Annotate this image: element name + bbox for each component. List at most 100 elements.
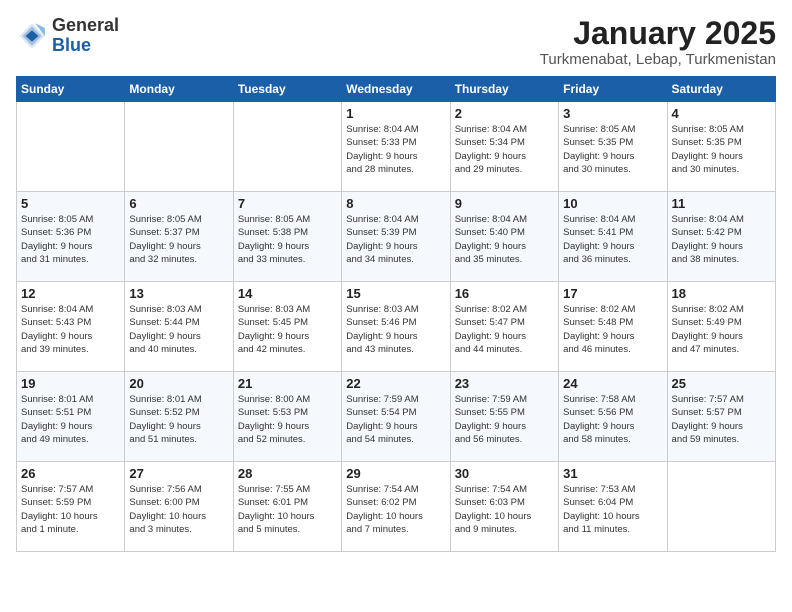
day-number: 14 [238, 286, 337, 301]
week-row-3: 12Sunrise: 8:04 AM Sunset: 5:43 PM Dayli… [17, 282, 776, 372]
day-header-saturday: Saturday [667, 77, 775, 102]
day-header-wednesday: Wednesday [342, 77, 450, 102]
day-info: Sunrise: 8:04 AM Sunset: 5:39 PM Dayligh… [346, 213, 445, 266]
calendar-cell: 23Sunrise: 7:59 AM Sunset: 5:55 PM Dayli… [450, 372, 558, 462]
calendar-cell: 14 Sunrise: 8:03 AM Sunset: 5:45 PM Dayli… [233, 282, 341, 372]
day-number: 29 [346, 466, 445, 481]
day-number: 4 [672, 106, 771, 121]
calendar-cell [17, 102, 125, 192]
day-number: 9 [455, 196, 554, 211]
calendar-cell: 27 Sunrise: 7:56 AM Sunset: 6:00 PM Dayli… [125, 462, 233, 552]
calendar-cell: 3 Sunrise: 8:05 AM Sunset: 5:35 PM Daylig… [559, 102, 667, 192]
day-info: Sunrise: 7:57 AM Sunset: 5:57 PM Dayligh… [672, 393, 771, 446]
day-info: Sunrise: 8:04 AM Sunset: 5:34 PM Dayligh… [455, 123, 554, 176]
day-number: 3 [563, 106, 662, 121]
day-number: 2 [455, 106, 554, 121]
day-info: Sunrise: 7:54 AM Sunset: 6:03 PM Dayligh… [455, 483, 554, 536]
day-info: Sunrise: 8:04 AM Sunset: 5:42 PM Dayligh… [672, 213, 771, 266]
calendar-cell: 10 Sunrise: 8:04 AM Sunset: 5:41 PM Dayli… [559, 192, 667, 282]
week-row-5: 26Sunrise: 7:57 AM Sunset: 5:59 PM Dayli… [17, 462, 776, 552]
calendar-cell: 24Sunrise: 7:58 AM Sunset: 5:56 PM Dayli… [559, 372, 667, 462]
calendar-cell: 31Sunrise: 7:53 AM Sunset: 6:04 PM Dayli… [559, 462, 667, 552]
day-header-friday: Friday [559, 77, 667, 102]
day-number: 15 [346, 286, 445, 301]
calendar-cell: 6Sunrise: 8:05 AM Sunset: 5:37 PM Daylig… [125, 192, 233, 282]
day-number: 16 [455, 286, 554, 301]
day-info: Sunrise: 8:05 AM Sunset: 5:35 PM Dayligh… [563, 123, 662, 176]
calendar-cell: 26Sunrise: 7:57 AM Sunset: 5:59 PM Dayli… [17, 462, 125, 552]
logo-text: General Blue [52, 16, 119, 56]
calendar-cell: 30 Sunrise: 7:54 AM Sunset: 6:03 PM Dayli… [450, 462, 558, 552]
calendar-cell: 20Sunrise: 8:01 AM Sunset: 5:52 PM Dayli… [125, 372, 233, 462]
day-info: Sunrise: 8:05 AM Sunset: 5:35 PM Dayligh… [672, 123, 771, 176]
day-header-thursday: Thursday [450, 77, 558, 102]
day-number: 10 [563, 196, 662, 211]
week-row-1: 1Sunrise: 8:04 AM Sunset: 5:33 PM Daylig… [17, 102, 776, 192]
day-info: Sunrise: 8:03 AM Sunset: 5:46 PM Dayligh… [346, 303, 445, 356]
day-info: Sunrise: 8:04 AM Sunset: 5:41 PM Dayligh… [563, 213, 662, 266]
calendar-cell: 9 Sunrise: 8:04 AM Sunset: 5:40 PM Daylig… [450, 192, 558, 282]
day-info: Sunrise: 8:05 AM Sunset: 5:36 PM Dayligh… [21, 213, 120, 266]
calendar-cell: 15 Sunrise: 8:03 AM Sunset: 5:46 PM Dayli… [342, 282, 450, 372]
logo-icon [16, 20, 48, 52]
day-number: 13 [129, 286, 228, 301]
day-info: Sunrise: 8:01 AM Sunset: 5:52 PM Dayligh… [129, 393, 228, 446]
calendar-cell: 28 Sunrise: 7:55 AM Sunset: 6:01 PM Dayli… [233, 462, 341, 552]
calendar-cell [667, 462, 775, 552]
calendar-cell: 8 Sunrise: 8:04 AM Sunset: 5:39 PM Daylig… [342, 192, 450, 282]
day-info: Sunrise: 8:03 AM Sunset: 5:44 PM Dayligh… [129, 303, 228, 356]
day-info: Sunrise: 8:04 AM Sunset: 5:43 PM Dayligh… [21, 303, 120, 356]
day-info: Sunrise: 8:01 AM Sunset: 5:51 PM Dayligh… [21, 393, 120, 446]
calendar-cell: 13 Sunrise: 8:03 AM Sunset: 5:44 PM Dayli… [125, 282, 233, 372]
calendar-cell: 5Sunrise: 8:05 AM Sunset: 5:36 PM Daylig… [17, 192, 125, 282]
day-info: Sunrise: 8:02 AM Sunset: 5:48 PM Dayligh… [563, 303, 662, 356]
calendar-cell: 1Sunrise: 8:04 AM Sunset: 5:33 PM Daylig… [342, 102, 450, 192]
day-number: 19 [21, 376, 120, 391]
day-info: Sunrise: 7:56 AM Sunset: 6:00 PM Dayligh… [129, 483, 228, 536]
day-info: Sunrise: 8:02 AM Sunset: 5:47 PM Dayligh… [455, 303, 554, 356]
day-info: Sunrise: 8:04 AM Sunset: 5:40 PM Dayligh… [455, 213, 554, 266]
calendar-title: January 2025 [540, 16, 776, 51]
day-info: Sunrise: 8:02 AM Sunset: 5:49 PM Dayligh… [672, 303, 771, 356]
days-header-row: SundayMondayTuesdayWednesdayThursdayFrid… [17, 77, 776, 102]
day-number: 6 [129, 196, 228, 211]
day-info: Sunrise: 7:55 AM Sunset: 6:01 PM Dayligh… [238, 483, 337, 536]
week-row-2: 5Sunrise: 8:05 AM Sunset: 5:36 PM Daylig… [17, 192, 776, 282]
title-block: January 2025 Turkmenabat, Lebap, Turkmen… [540, 16, 776, 68]
day-number: 30 [455, 466, 554, 481]
day-number: 22 [346, 376, 445, 391]
calendar-subtitle: Turkmenabat, Lebap, Turkmenistan [540, 51, 776, 68]
day-info: Sunrise: 7:54 AM Sunset: 6:02 PM Dayligh… [346, 483, 445, 536]
day-info: Sunrise: 7:59 AM Sunset: 5:54 PM Dayligh… [346, 393, 445, 446]
day-info: Sunrise: 8:03 AM Sunset: 5:45 PM Dayligh… [238, 303, 337, 356]
calendar-cell: 7Sunrise: 8:05 AM Sunset: 5:38 PM Daylig… [233, 192, 341, 282]
week-row-4: 19 Sunrise: 8:01 AM Sunset: 5:51 PM Dayli… [17, 372, 776, 462]
day-number: 8 [346, 196, 445, 211]
day-info: Sunrise: 7:58 AM Sunset: 5:56 PM Dayligh… [563, 393, 662, 446]
calendar-cell: 12Sunrise: 8:04 AM Sunset: 5:43 PM Dayli… [17, 282, 125, 372]
calendar-cell: 11 Sunrise: 8:04 AM Sunset: 5:42 PM Dayli… [667, 192, 775, 282]
calendar-cell: 2 Sunrise: 8:04 AM Sunset: 5:34 PM Daylig… [450, 102, 558, 192]
calendar-cell [233, 102, 341, 192]
logo: General Blue [16, 16, 119, 56]
calendar-cell: 29 Sunrise: 7:54 AM Sunset: 6:02 PM Dayli… [342, 462, 450, 552]
calendar-table: SundayMondayTuesdayWednesdayThursdayFrid… [16, 76, 776, 552]
day-number: 11 [672, 196, 771, 211]
day-number: 28 [238, 466, 337, 481]
calendar-cell: 22 Sunrise: 7:59 AM Sunset: 5:54 PM Dayli… [342, 372, 450, 462]
calendar-cell: 16 Sunrise: 8:02 AM Sunset: 5:47 PM Dayli… [450, 282, 558, 372]
calendar-cell [125, 102, 233, 192]
day-number: 17 [563, 286, 662, 301]
calendar-cell: 21 Sunrise: 8:00 AM Sunset: 5:53 PM Dayli… [233, 372, 341, 462]
day-info: Sunrise: 8:00 AM Sunset: 5:53 PM Dayligh… [238, 393, 337, 446]
day-number: 21 [238, 376, 337, 391]
calendar-cell: 25 Sunrise: 7:57 AM Sunset: 5:57 PM Dayli… [667, 372, 775, 462]
day-number: 1 [346, 106, 445, 121]
header: General Blue January 2025 Turkmenabat, L… [16, 16, 776, 68]
day-number: 25 [672, 376, 771, 391]
day-number: 27 [129, 466, 228, 481]
day-header-monday: Monday [125, 77, 233, 102]
day-info: Sunrise: 7:59 AM Sunset: 5:55 PM Dayligh… [455, 393, 554, 446]
day-info: Sunrise: 7:53 AM Sunset: 6:04 PM Dayligh… [563, 483, 662, 536]
day-number: 7 [238, 196, 337, 211]
